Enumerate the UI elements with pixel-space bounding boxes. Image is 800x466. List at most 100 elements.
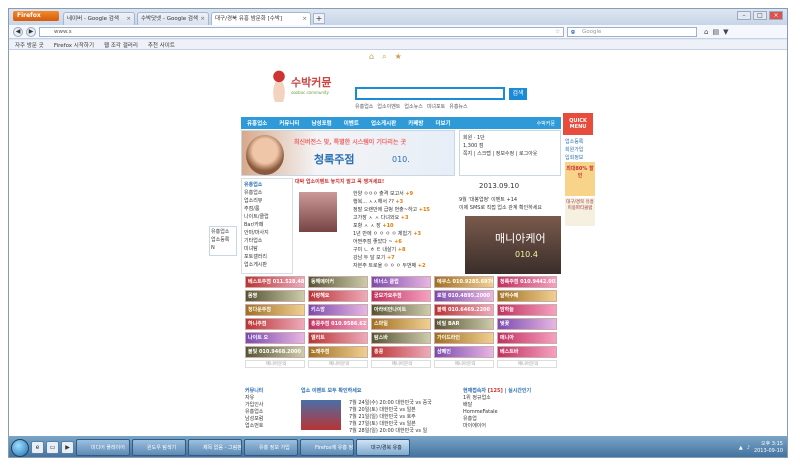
ranking-tab[interactable]: 실시간인기 [508,388,531,394]
nav-item[interactable]: 더보기 [435,119,450,127]
ad-banner[interactable]: 노래주점 [308,346,368,358]
forward-icon[interactable]: ▶ [26,26,36,37]
download-icon[interactable]: ▼ [723,28,728,36]
community-item[interactable]: 유흥업소 [245,409,295,416]
ad-banner[interactable]: 청록주점 010.9442.0020 [497,276,557,288]
maximize-button[interactable]: □ [753,11,767,20]
ad-banner[interactable]: 동해메이커 [308,276,368,288]
list-item[interactable]: 1년 만에 ㅇ ㅇ ㅇ ㅇ 체험기 +3 [353,230,430,238]
media-icon[interactable]: ▶ [61,441,74,454]
ad-banner[interactable]: 에쿠스 010.9285.6976 [434,276,494,288]
ad-banner[interactable]: 몸짱 [245,290,305,302]
login-links[interactable]: 쪽지 | 스크랩 | 정보수정 | 로그아웃 [463,150,557,158]
community-item[interactable]: 자유 [245,395,295,402]
quick-menu-link[interactable]: 회원가입 [565,146,583,154]
bookmarks-icon[interactable]: ▤ [712,28,719,36]
ad-banner[interactable]: 엘리트 [308,332,368,344]
bookmark-item[interactable]: 추천 사이트 [148,41,175,49]
ad-banner[interactable]: 궁모가요주점 [371,290,431,302]
firefox-menu-button[interactable]: Firefox [13,11,59,21]
taskbar-button[interactable]: 미디어 플레이어 [76,439,130,456]
ad-banner[interactable]: 가이드라인 [434,332,494,344]
close-window-button[interactable]: × [769,11,783,20]
list-item[interactable]: 7월 27일(토) 대한민국 vs 일본 [349,421,432,428]
list-item[interactable]: 고가장 ㅅ ㅅ 다녀와요 +3 [353,214,430,222]
ad-banner[interactable]: 비너스 클럽 [371,276,431,288]
tab-naver-search[interactable]: 네이버 - Google 검색 × [63,12,135,25]
ad-banner[interactable]: 블랙 010.6469.2200 [434,304,494,316]
ad-label[interactable]: 매니아문의 [497,360,557,368]
search-input[interactable]: g Google [567,26,697,37]
site-search-button[interactable]: 검색 [509,88,527,100]
ad-banner[interactable]: 하니주점 [245,318,305,330]
community-item[interactable]: 남성포럼 [245,416,295,423]
ad-banner[interactable]: 불빛 010.9468.2000 [245,346,305,358]
list-item[interactable]: 7월 24일(수) 20:00 대한민국 vs 중국 [349,400,432,407]
quick-link[interactable]: 업소이벤트 [377,103,400,110]
tab-soobac-site[interactable]: 대구/경북 유흥 밤문화 [수박] × [211,12,311,25]
nav-item[interactable]: 업소게시판 [371,119,396,127]
ad-label[interactable]: 매니아문의 [308,360,368,368]
bookmark-item[interactable]: Firefox 시작하기 [54,41,94,49]
folder-icon[interactable]: ▭ [46,441,59,454]
discount-ad[interactable]: 최대80% 할인 [565,162,595,196]
quick-link[interactable]: 유흥뉴스 [449,103,467,110]
event-thumbnail[interactable] [299,192,337,232]
site-search-input[interactable] [355,87,505,100]
taskbar-button[interactable]: 유흥 정보 가입 [244,439,298,456]
ad-banner[interactable]: 홍콩주점 010.9586.6222 [308,318,368,330]
taskbar-button[interactable]: 제목 없음 - 그림판 [188,439,242,456]
ad-banner[interactable]: 샴페인 [434,346,494,358]
list-item[interactable]: 정말 오랜만에 급벙 번출~하고 +15 [353,206,430,214]
quick-link[interactable]: 유흥업소 [355,103,373,110]
quick-link[interactable]: 미녀포토 [427,103,445,110]
ad-banner[interactable]: 키스방 [308,304,368,316]
ranking-item[interactable]: 배달 [463,402,561,409]
clock[interactable]: 오후 3:15 2013-09-10 [754,441,783,455]
url-bar[interactable]: www.s ☆ [39,26,564,37]
ad-label[interactable]: 매니아문의 [434,360,494,368]
side-menu-item[interactable]: 나이트/클럽 [244,213,290,221]
ranking-item[interactable]: 유흥업 [463,416,561,423]
list-item[interactable]: 강남 두 달 보기 +7 [353,254,430,262]
community-item[interactable]: 업소번호 [245,423,295,430]
volume-icon[interactable]: ♪ [747,445,750,451]
news-item[interactable]: 9월 '대봉업청' 이벤트 +14 [459,196,561,204]
ad-banner[interactable]: 정다운주점 [245,304,305,316]
home-icon[interactable]: ⌂ [704,28,708,36]
ranking-item[interactable]: 마이에이어 [463,423,561,430]
widget-link[interactable]: 업소등록 [211,236,235,244]
taskbar-button[interactable]: 윈도우 탐색기 [132,439,186,456]
ad-label[interactable]: 매니아문의 [245,360,305,368]
bookmark-star-icon[interactable]: ☆ [555,28,560,37]
nav-item[interactable]: 카페방 [408,119,423,127]
taskbar-button[interactable]: 대구/경북 유흥 [356,439,410,456]
list-item[interactable]: 한양 ㅇㅇㅇ 출격 보고서 +9 [353,190,430,198]
minimize-button[interactable]: – [737,11,751,20]
nav-right-label[interactable]: 수박커뮨 [537,120,555,127]
side-menu-item[interactable]: 기타업소 [244,237,290,245]
ranking-item[interactable]: 1위 정규업소 [463,395,561,402]
close-icon[interactable]: × [302,13,307,25]
ad-banner[interactable]: 나이트 오 [245,332,305,344]
bookmark-item[interactable]: 웹 조각 갤러리 [104,41,138,49]
ad-banner[interactable]: 매니아 [497,332,557,344]
site-logo[interactable]: 수박커뮨 soobac community [269,70,359,102]
widget-social-icons[interactable]: N [211,244,235,252]
list-item[interactable]: 행복... ㅅㅅ해서 ?? +3 [353,198,430,206]
widget-link[interactable]: 유흥업소 [211,228,235,236]
close-icon[interactable]: × [200,13,205,25]
list-item[interactable]: 포항 ㅅ ㅅ 장 +10 [353,222,430,230]
community-item[interactable]: 가입인사 [245,402,295,409]
tab-soobac-search[interactable]: 수박닷넷 - Google 검색 × [137,12,209,25]
ad-banner[interactable]: 탐스바 [371,332,431,344]
news-item[interactable]: 이제 SMS로 직접 업소 관계 확인하세요 [459,204,561,212]
quick-link[interactable]: 업소뉴스 [404,103,422,110]
bookmark-item[interactable]: 자주 방문 곳 [15,41,44,49]
ad-label[interactable]: 매니아문의 [371,360,431,368]
ad-banner[interactable]: 밤하늘 [497,304,557,316]
side-menu-item[interactable]: 포토갤러리 [244,253,290,261]
side-promo-ad[interactable]: 대구/경북 유흥 미용파티클럽 [565,198,595,226]
home-icon[interactable]: ⌂ [369,52,374,62]
list-item[interactable]: 7월 28일(일) 20:00 대한민국 vs 일 [349,428,432,435]
